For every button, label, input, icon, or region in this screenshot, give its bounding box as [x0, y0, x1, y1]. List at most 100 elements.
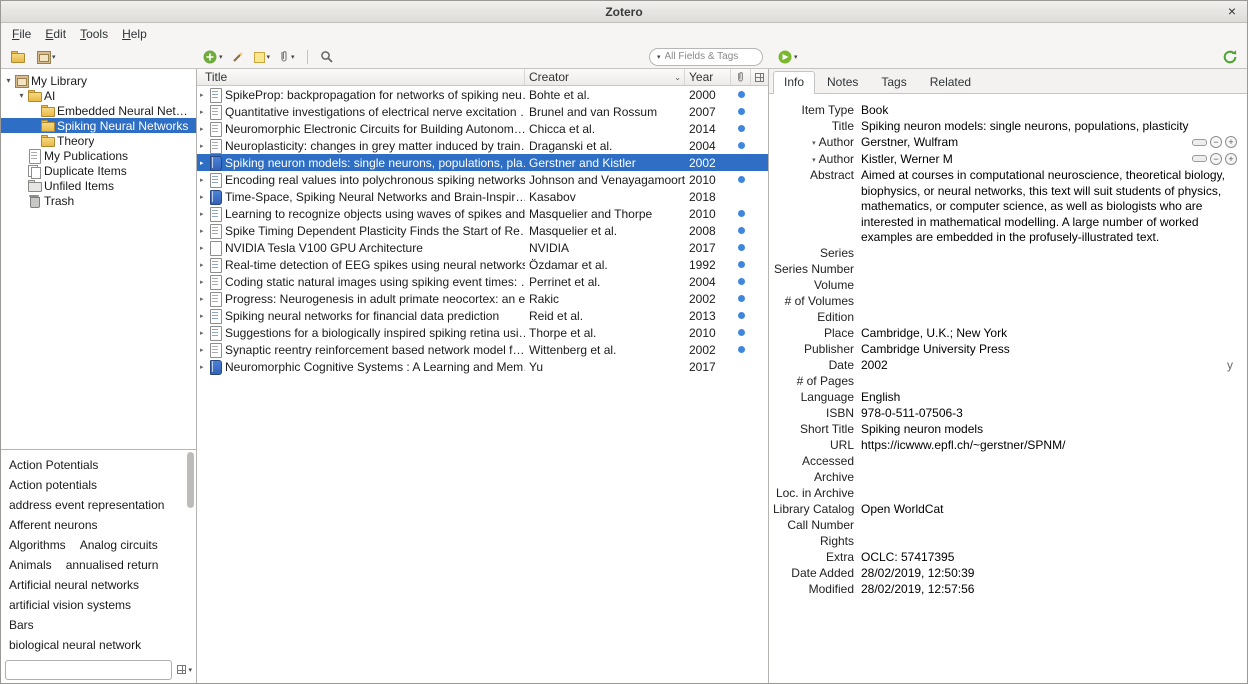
remove-creator-button[interactable]: −: [1210, 153, 1222, 165]
expand-icon[interactable]: ▸: [197, 312, 207, 320]
expand-icon[interactable]: ▸: [197, 295, 207, 303]
new-item-button[interactable]: ▾: [203, 50, 223, 64]
close-button[interactable]: ×: [1228, 3, 1236, 19]
tab-tags[interactable]: Tags: [870, 71, 917, 93]
tag-biological-neural-network[interactable]: biological neural network: [9, 635, 141, 655]
field-value[interactable]: Gerstner, Wulfram: [861, 135, 1186, 151]
column-header-attachment[interactable]: [731, 69, 751, 85]
menu-help[interactable]: Help: [115, 25, 154, 43]
expand-icon[interactable]: ▸: [197, 142, 207, 150]
column-picker-button[interactable]: [751, 69, 768, 85]
tag-selector-options-button[interactable]: ▾: [177, 665, 192, 674]
switch-creator-mode-icon[interactable]: [1192, 155, 1207, 162]
collection-my-library[interactable]: ▾My Library: [1, 73, 196, 88]
item-row-reid-et-al[interactable]: ▸Spiking neural networks for financial d…: [197, 307, 768, 324]
add-creator-button[interactable]: +: [1225, 153, 1237, 165]
expand-icon[interactable]: ▸: [197, 108, 207, 116]
field-value[interactable]: 2002: [861, 358, 1227, 374]
locate-button[interactable]: ▾: [778, 50, 798, 64]
tag-action-potentials[interactable]: Action potentials: [9, 475, 97, 495]
switch-creator-mode-icon[interactable]: [1192, 139, 1207, 146]
search-box[interactable]: ▾: [649, 48, 763, 66]
collection-duplicate-items[interactable]: Duplicate Items: [1, 163, 196, 178]
field-value[interactable]: OCLC: 57417395: [861, 550, 1243, 566]
tag-annualised-return[interactable]: annualised return: [66, 555, 159, 575]
field-value[interactable]: Book: [861, 103, 1243, 119]
expand-icon[interactable]: ▸: [197, 125, 207, 133]
field-value[interactable]: Cambridge University Press: [861, 342, 1243, 358]
scrollbar-thumb[interactable]: [187, 452, 194, 508]
item-row-perrinet-et-al[interactable]: ▸Coding static natural images using spik…: [197, 273, 768, 290]
field-value[interactable]: https://icwww.epfl.ch/~gerstner/SPNM/: [861, 438, 1243, 454]
item-row-bohte-et-al[interactable]: ▸SpikeProp: backpropagation for networks…: [197, 86, 768, 103]
advanced-search-button[interactable]: [320, 50, 333, 63]
item-row-johnson-and-venayagamoorthy[interactable]: ▸Encoding real values into polychronous …: [197, 171, 768, 188]
expand-icon[interactable]: ▸: [197, 346, 207, 354]
tag-bars[interactable]: Bars: [9, 615, 34, 635]
collection-theory[interactable]: Theory: [1, 133, 196, 148]
item-row-kasabov[interactable]: ▸Time-Space, Spiking Neural Networks and…: [197, 188, 768, 205]
tag-afferent-neurons[interactable]: Afferent neurons: [9, 515, 98, 535]
field-value[interactable]: Spiking neuron models: single neurons, p…: [861, 119, 1243, 135]
item-row-nvidia[interactable]: ▸NVIDIA Tesla V100 GPU ArchitectureNVIDI…: [197, 239, 768, 256]
collection-ai[interactable]: ▾AI: [1, 88, 196, 103]
tag-algorithms[interactable]: Algorithms: [9, 535, 66, 555]
new-collection-button[interactable]: [10, 50, 24, 63]
sync-button[interactable]: [1222, 49, 1238, 65]
search-input[interactable]: [665, 51, 755, 62]
tab-info[interactable]: Info: [773, 71, 815, 94]
field-value[interactable]: 978-0-511-07506-3: [861, 406, 1243, 422]
expand-icon[interactable]: ▸: [197, 278, 207, 286]
tag-scrollbar[interactable]: [186, 451, 195, 647]
column-header-creator[interactable]: Creator ⌄: [525, 69, 685, 85]
add-attachment-button[interactable]: ▾: [279, 50, 295, 63]
field-value[interactable]: 28/02/2019, 12:50:39: [861, 566, 1243, 582]
collection-spiking-neural-networks[interactable]: Spiking Neural Networks: [1, 118, 196, 133]
collection-embedded-neural-networks[interactable]: Embedded Neural Networks: [1, 103, 196, 118]
tag-artificial-neural-networks[interactable]: Artificial neural networks: [9, 575, 139, 595]
tag-artificial-vision-systems[interactable]: artificial vision systems: [9, 595, 131, 615]
tag-action-potentials[interactable]: Action Potentials: [9, 455, 98, 475]
remove-creator-button[interactable]: −: [1210, 136, 1222, 148]
twisty-expanded-icon[interactable]: ▾: [3, 76, 14, 85]
column-header-year[interactable]: Year: [685, 69, 731, 85]
expand-icon[interactable]: ▸: [197, 193, 207, 201]
expand-icon[interactable]: ▸: [197, 261, 207, 269]
expand-icon[interactable]: ▸: [197, 244, 207, 252]
tag-address-event-representation[interactable]: address event representation: [9, 495, 164, 515]
column-header-title[interactable]: Title: [197, 69, 525, 85]
add-by-identifier-button[interactable]: [232, 50, 245, 63]
expand-icon[interactable]: ▸: [197, 329, 207, 337]
expand-icon[interactable]: ▸: [197, 159, 207, 167]
item-row-masquelier-and-thorpe[interactable]: ▸Learning to recognize objects using wav…: [197, 205, 768, 222]
add-creator-button[interactable]: +: [1225, 136, 1237, 148]
tag-filter-input[interactable]: [5, 660, 172, 680]
field-value[interactable]: Kistler, Werner M: [861, 152, 1186, 168]
menu-edit[interactable]: Edit: [38, 25, 73, 43]
new-note-button[interactable]: ▾: [254, 51, 271, 63]
expand-icon[interactable]: ▸: [197, 91, 207, 99]
tab-notes[interactable]: Notes: [816, 71, 869, 93]
field-value[interactable]: Cambridge, U.K.; New York: [861, 326, 1243, 342]
item-row-masquelier-et-al[interactable]: ▸Spike Timing Dependent Plasticity Finds…: [197, 222, 768, 239]
field-value[interactable]: Open WorldCat: [861, 502, 1243, 518]
menu-file[interactable]: File: [5, 25, 38, 43]
creator-type-menu-icon[interactable]: ▾: [812, 140, 816, 147]
item-row-gerstner-and-kistler[interactable]: ▸Spiking neuron models: single neurons, …: [197, 154, 768, 171]
field-value[interactable]: Spiking neuron models: [861, 422, 1243, 438]
new-library-button[interactable]: ▾: [36, 50, 56, 63]
tag-analog-circuits[interactable]: Analog circuits: [80, 535, 158, 555]
item-row-wittenberg-et-al[interactable]: ▸Synaptic reentry reinforcement based ne…: [197, 341, 768, 358]
expand-icon[interactable]: ▸: [197, 210, 207, 218]
collection-my-publications[interactable]: My Publications: [1, 148, 196, 163]
item-row-zdamar-et-al[interactable]: ▸Real-time detection of EEG spikes using…: [197, 256, 768, 273]
item-row-brunel-and-van-rossum[interactable]: ▸Quantitative investigations of electric…: [197, 103, 768, 120]
expand-icon[interactable]: ▸: [197, 227, 207, 235]
item-row-rakic[interactable]: ▸Progress: Neurogenesis in adult primate…: [197, 290, 768, 307]
field-value[interactable]: 28/02/2019, 12:57:56: [861, 582, 1243, 598]
item-row-yu[interactable]: ▸Neuromorphic Cognitive Systems : A Lear…: [197, 358, 768, 375]
field-value[interactable]: English: [861, 390, 1243, 406]
menu-tools[interactable]: Tools: [73, 25, 115, 43]
creator-type-menu-icon[interactable]: ▾: [812, 157, 816, 164]
item-row-draganski-et-al[interactable]: ▸Neuroplasticity: changes in grey matter…: [197, 137, 768, 154]
